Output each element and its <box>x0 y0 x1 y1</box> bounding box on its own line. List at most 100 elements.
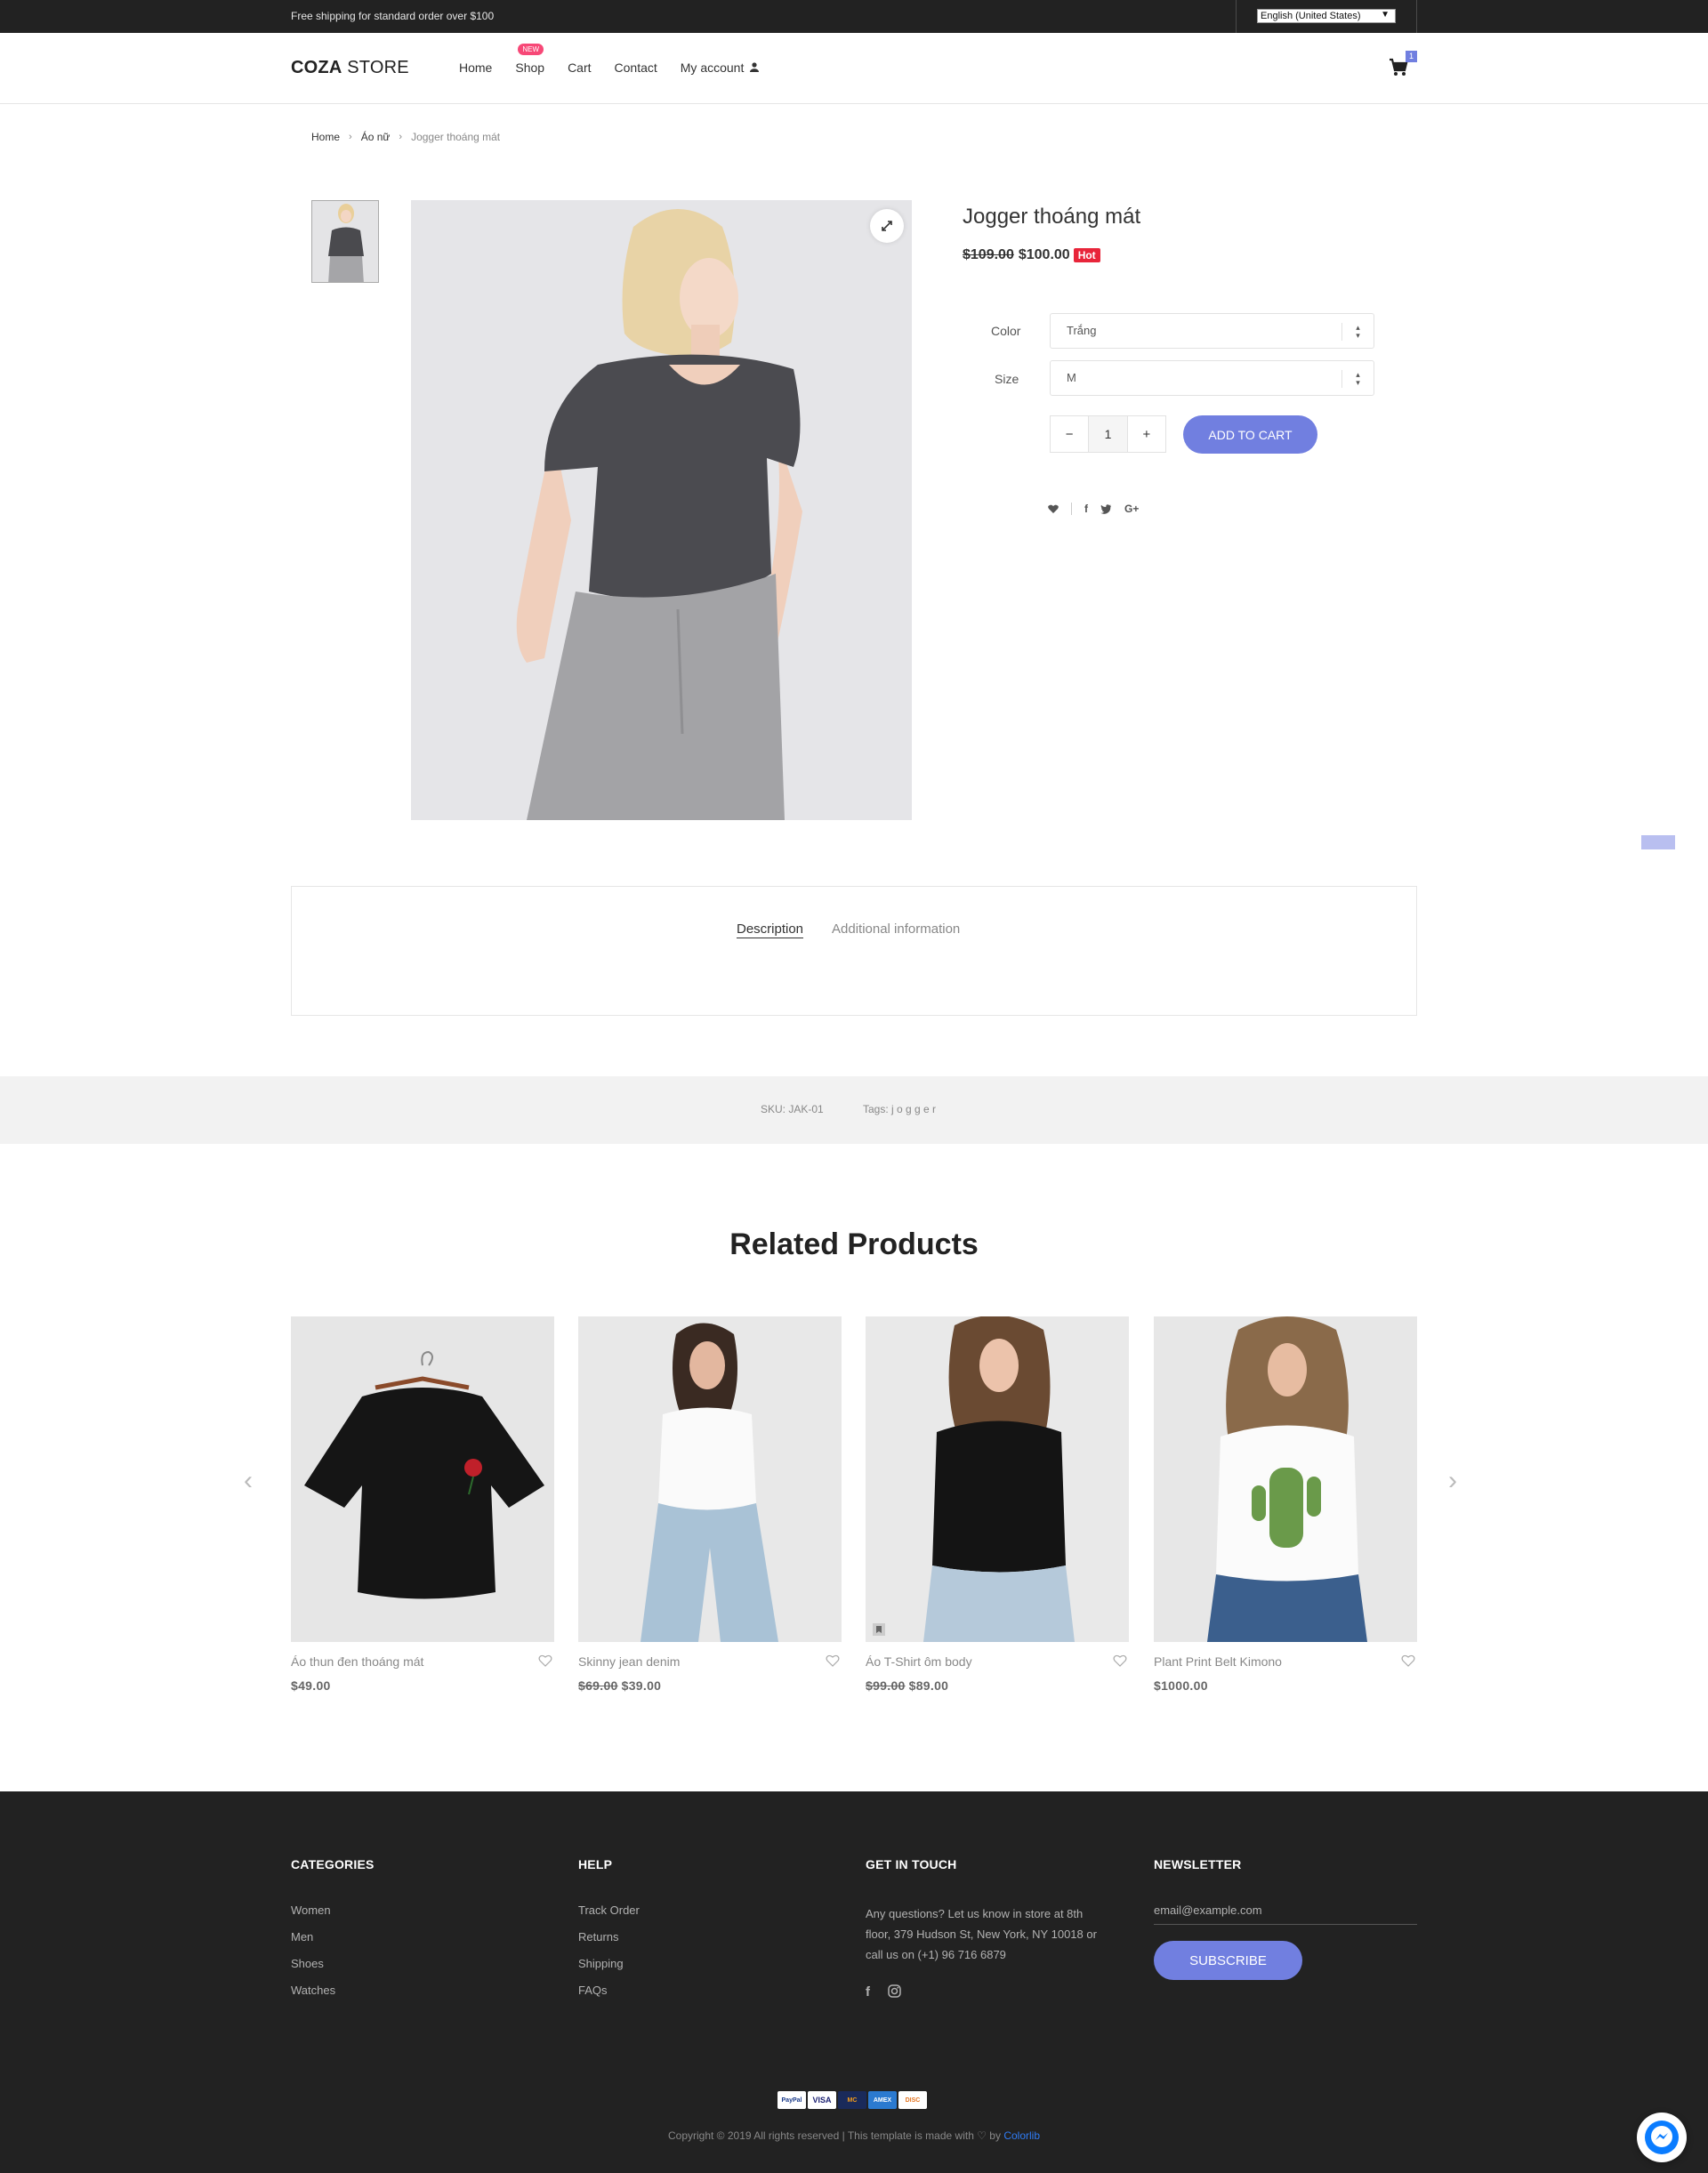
dropdown-arrow-icon: ▼ <box>1381 10 1390 20</box>
product-card-name[interactable]: Áo thun đen thoáng mát <box>291 1654 423 1669</box>
footer-link-women[interactable]: Women <box>291 1903 375 1917</box>
related-products-title: Related Products <box>729 1227 979 1261</box>
nav-cart[interactable]: Cart <box>568 60 591 75</box>
heart-icon[interactable] <box>538 1654 552 1667</box>
product-price: $109.00 $100.00 Hot <box>963 247 1100 263</box>
twitter-icon[interactable] <box>1100 503 1112 514</box>
current-price: $100.00 <box>1018 247 1070 262</box>
color-select[interactable]: Trắng ▴ ▾ <box>1050 313 1374 349</box>
footer-link-returns[interactable]: Returns <box>578 1930 640 1944</box>
footer-categories: CATEGORIES Women Men Shoes Watches <box>291 1857 375 1997</box>
product-card-price: $99.00 $89.00 <box>866 1678 949 1693</box>
nav-home[interactable]: Home <box>459 60 492 75</box>
breadcrumb: Home › Áo nữ › Jogger thoáng mát <box>311 131 500 143</box>
product-card-name[interactable]: Skinny jean denim <box>578 1654 680 1669</box>
add-to-cart-button[interactable]: ADD TO CART <box>1183 415 1317 454</box>
product-card[interactable]: Áo thun đen thoáng mát $49.00 <box>291 1316 554 1693</box>
sku-text: SKU: JAK-01 <box>761 1103 824 1115</box>
mastercard-icon: MC <box>838 2091 866 2109</box>
footer-heading: HELP <box>578 1857 613 1871</box>
footer-help: HELP Track Order Returns Shipping FAQs <box>578 1857 640 1997</box>
messenger-chat-button[interactable] <box>1637 2113 1687 2162</box>
heart-icon[interactable] <box>1401 1654 1415 1667</box>
footer-link-shoes[interactable]: Shoes <box>291 1957 375 1970</box>
nav-my-account[interactable]: My account <box>681 60 760 75</box>
amex-icon: AMEX <box>868 2091 897 2109</box>
product-card-image[interactable] <box>291 1316 554 1642</box>
breadcrumb-category[interactable]: Áo nữ <box>361 131 391 143</box>
footer: CATEGORIES Women Men Shoes Watches HELP … <box>0 1791 1708 2173</box>
product-card-price: $49.00 <box>291 1678 331 1693</box>
tags-text: Tags: j o g g e r <box>863 1103 937 1115</box>
carousel-prev-arrow-icon[interactable]: ‹ <box>244 1466 253 1496</box>
tab-description[interactable]: Description <box>737 922 804 938</box>
language-value: English (United States) <box>1261 11 1361 21</box>
footer-newsletter: NEWSLETTER email@example.com SUBSCRIBE <box>1154 1857 1417 1980</box>
bookmark-icon[interactable] <box>873 1623 885 1636</box>
instagram-icon[interactable] <box>888 1984 901 1998</box>
user-icon <box>750 62 760 72</box>
qty-plus-button[interactable]: + <box>1128 416 1165 452</box>
size-select[interactable]: M ▴ ▾ <box>1050 360 1374 396</box>
breadcrumb-current: Jogger thoáng mát <box>411 131 501 143</box>
heart-icon[interactable] <box>826 1654 840 1667</box>
store-logo[interactable]: COZA STORE <box>291 58 409 78</box>
heart-icon[interactable] <box>1048 504 1059 514</box>
shipping-notice: Free shipping for standard order over $1… <box>291 10 495 22</box>
hot-badge: Hot <box>1073 248 1100 262</box>
product-card-price: $1000.00 <box>1154 1678 1208 1693</box>
divider <box>1071 503 1072 515</box>
top-bar: Free shipping for standard order over $1… <box>0 0 1708 33</box>
quantity-stepper: − 1 + <box>1050 415 1166 453</box>
newsletter-email-input[interactable]: email@example.com <box>1154 1903 1417 1925</box>
main-header: COZA STORE Home Shop NEW Cart Contact My … <box>0 33 1708 104</box>
social-links: f <box>866 1984 1106 2000</box>
facebook-icon[interactable]: f <box>866 1984 870 2000</box>
breadcrumb-home[interactable]: Home <box>311 131 340 143</box>
chevron-right-icon: › <box>349 132 352 142</box>
product-card[interactable]: Skinny jean denim $69.00 $39.00 <box>578 1316 842 1693</box>
old-price: $109.00 <box>963 247 1014 262</box>
footer-heading: GET IN TOUCH <box>866 1857 957 1871</box>
size-value: M <box>1067 371 1076 384</box>
tab-additional-information[interactable]: Additional information <box>832 922 960 937</box>
color-value: Trắng <box>1067 324 1097 337</box>
paypal-icon: PayPal <box>777 2091 806 2109</box>
messenger-icon <box>1645 2121 1679 2154</box>
footer-link-shipping[interactable]: Shipping <box>578 1957 640 1970</box>
product-meta: SKU: JAK-01 Tags: j o g g e r <box>0 1076 1708 1144</box>
google-plus-icon[interactable]: G+ <box>1124 503 1139 515</box>
product-card-image[interactable] <box>1154 1316 1417 1642</box>
product-card-image[interactable] <box>866 1316 1129 1642</box>
floating-widget[interactable] <box>1641 835 1675 849</box>
select-arrows-icon: ▴ ▾ <box>1341 323 1374 341</box>
nav-shop[interactable]: Shop NEW <box>515 44 544 75</box>
product-card[interactable]: Plant Print Belt Kimono $1000.00 <box>1154 1316 1417 1693</box>
subscribe-button[interactable]: SUBSCRIBE <box>1154 1941 1302 1980</box>
share-bar: f G+ <box>1048 503 1151 515</box>
product-card[interactable]: Áo T-Shirt ôm body $99.00 $89.00 <box>866 1316 1129 1693</box>
nav-contact[interactable]: Contact <box>615 60 657 75</box>
carousel-next-arrow-icon[interactable]: › <box>1448 1466 1457 1496</box>
product-title: Jogger thoáng mát <box>963 205 1141 229</box>
footer-link-track-order[interactable]: Track Order <box>578 1903 640 1917</box>
product-card-name[interactable]: Áo T-Shirt ôm body <box>866 1654 972 1669</box>
footer-link-men[interactable]: Men <box>291 1930 375 1944</box>
payment-methods: PayPal VISA MC AMEX DISC <box>777 2091 927 2109</box>
facebook-icon[interactable]: f <box>1084 503 1088 515</box>
expand-image-button[interactable] <box>870 209 904 243</box>
footer-link-watches[interactable]: Watches <box>291 1984 375 1997</box>
colorlib-link[interactable]: Colorlib <box>1003 2129 1040 2142</box>
product-thumbnail[interactable] <box>311 200 379 283</box>
contact-text: Any questions? Let us know in store at 8… <box>866 1907 1097 1961</box>
qty-input[interactable]: 1 <box>1088 416 1128 452</box>
expand-icon <box>882 221 892 231</box>
footer-link-faqs[interactable]: FAQs <box>578 1984 640 1997</box>
size-label: Size <box>995 372 1019 386</box>
product-card-name[interactable]: Plant Print Belt Kimono <box>1154 1654 1282 1669</box>
qty-minus-button[interactable]: − <box>1051 416 1088 452</box>
heart-icon[interactable] <box>1113 1654 1127 1667</box>
language-select[interactable]: English (United States) ▼ <box>1257 9 1396 23</box>
cart-count-badge: 1 <box>1406 51 1417 62</box>
product-card-image[interactable] <box>578 1316 842 1642</box>
